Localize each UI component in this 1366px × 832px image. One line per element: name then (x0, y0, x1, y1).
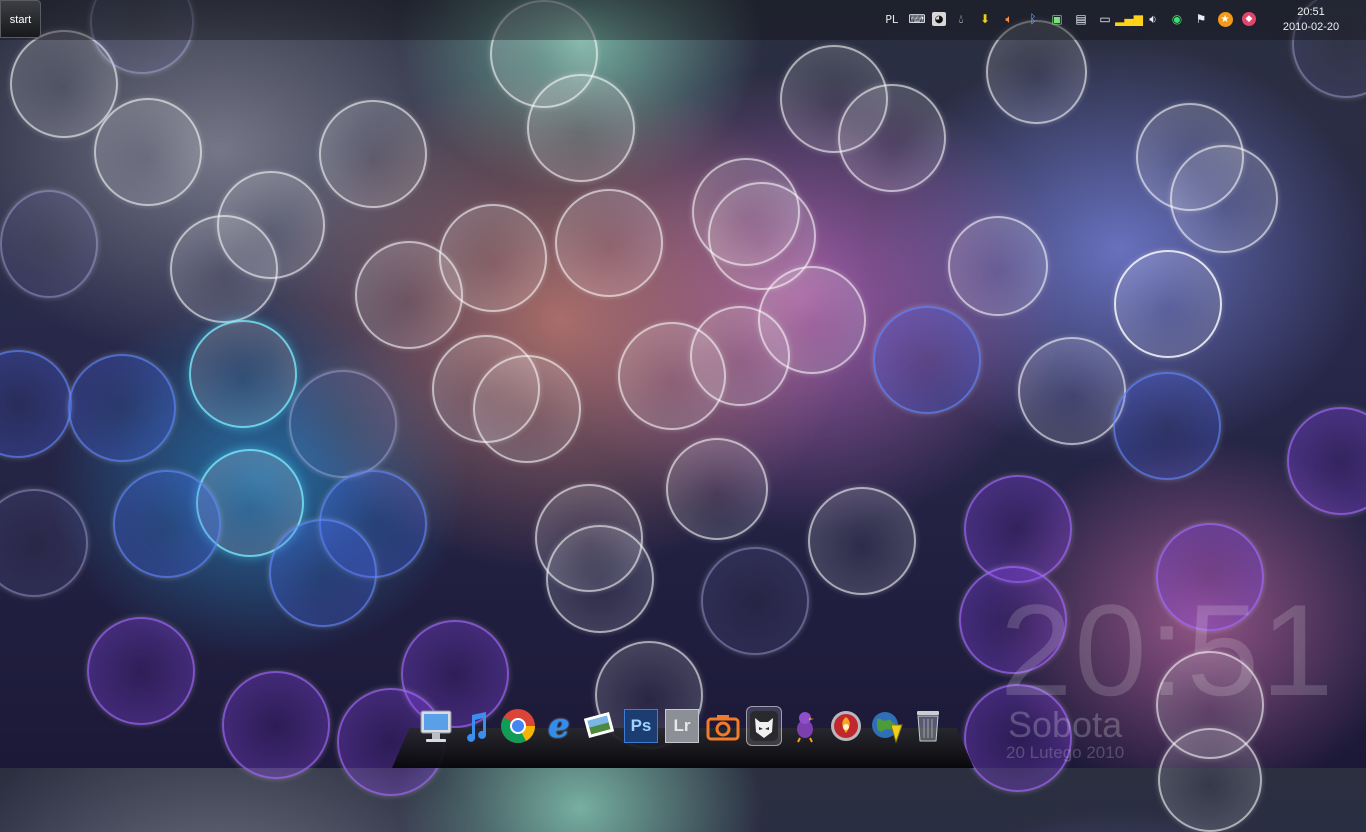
alert-badge-icon[interactable]: ◆ (1240, 10, 1258, 28)
computer-icon[interactable] (418, 706, 454, 746)
wallpaper-bubble (555, 189, 663, 297)
desktop-clock-widget: 20:51 Sobota 20 Lutego 2010 (1000, 585, 1335, 763)
download-manager-icon[interactable] (869, 706, 905, 746)
system-tray: PL ⌨ ◕ 💧︎ ⬇ 🔈︎ ᛒ ▣ ▤ ▭ ▂▄▆ 🔉︎ ◉ ⚑ ★ ◆ (885, 8, 1258, 30)
wallpaper-bubble (0, 190, 98, 298)
wallpaper-bubble (701, 547, 809, 655)
bluetooth-icon[interactable]: ᛒ (1024, 10, 1042, 28)
photoshop-label: Ps (630, 716, 652, 735)
recycle-bin-icon[interactable] (910, 706, 946, 746)
wallpaper-bubble (439, 204, 547, 312)
clipboard-icon[interactable]: ▤ (1072, 10, 1090, 28)
wallpaper-bubble (1113, 372, 1221, 480)
wallpaper-bubble (269, 519, 377, 627)
download-arrow-icon[interactable]: ⬇ (976, 10, 994, 28)
wallpaper-bubble (808, 487, 916, 595)
monitor-icon[interactable]: ▭ (1096, 10, 1114, 28)
wallpaper-bubble (666, 438, 768, 540)
foobar-icon[interactable] (746, 706, 782, 746)
internet-explorer-icon[interactable]: e (541, 706, 577, 746)
clock-date: 2010-02-20 (1282, 21, 1340, 33)
photo-viewer-icon[interactable] (582, 706, 618, 746)
wallpaper-bubble (68, 354, 176, 462)
language-indicator[interactable]: PL (885, 10, 898, 28)
firefox-alt-icon[interactable] (828, 706, 864, 746)
itunes-icon[interactable] (459, 706, 495, 746)
wallpaper-bubble (1287, 407, 1366, 515)
circle-status-icon[interactable]: ◉ (1168, 10, 1186, 28)
photoshop-icon[interactable]: Ps (623, 706, 659, 746)
lightroom-label: Lr (673, 716, 691, 735)
wallpaper-bubble (1170, 145, 1278, 253)
chrome-icon[interactable] (500, 706, 536, 746)
wallpaper-bubble (546, 525, 654, 633)
clock-time: 20:51 (1297, 6, 1325, 18)
wallpaper-bubble (0, 350, 72, 458)
wallpaper-bubble (289, 370, 397, 478)
wallpaper-bubble (948, 216, 1048, 316)
ie-letter: e (548, 706, 570, 746)
wallpaper-bubble (873, 306, 981, 414)
wallpaper-bubble (113, 470, 221, 578)
keyboard-icon[interactable]: ⌨ (908, 10, 926, 28)
wallpaper-bubble (527, 74, 635, 182)
wallpaper-bubble (1114, 250, 1222, 358)
wallpaper-bubble (1018, 337, 1126, 445)
panda-icon[interactable]: ◕ (932, 12, 946, 26)
action-center-flag-icon[interactable]: ⚑ (1192, 10, 1210, 28)
network-status-icon[interactable]: ▣ (1048, 10, 1066, 28)
wallpaper-bubble (473, 355, 581, 463)
signal-bars-icon[interactable]: ▂▄▆ (1115, 10, 1143, 28)
wallpaper-bubble (618, 322, 726, 430)
camera-icon[interactable] (705, 706, 741, 746)
wallpaper-bubble (170, 215, 278, 323)
speaker-muted-icon[interactable]: 🔈︎ (1000, 10, 1018, 28)
lightroom-icon[interactable]: Lr (664, 706, 700, 746)
wallpaper-bubble (222, 671, 330, 779)
wallpaper-bubble (319, 100, 427, 208)
wallpaper-bubble (87, 617, 195, 725)
desktop-clock-date: 20 Lutego 2010 (1006, 743, 1125, 762)
droplet-icon[interactable]: 💧︎ (952, 10, 970, 28)
pidgin-icon[interactable] (787, 706, 823, 746)
start-button[interactable]: start (0, 0, 41, 38)
star-badge-icon[interactable]: ★ (1216, 10, 1234, 28)
wallpaper-bubble (838, 84, 946, 192)
desktop-clock-time: 20:51 (1000, 577, 1336, 723)
taskbar-clock[interactable]: 20:51 2010-02-20 (1276, 5, 1346, 35)
dock: e Ps Lr (418, 706, 946, 746)
wallpaper-bubble (189, 320, 297, 428)
wallpaper-bubble (94, 98, 202, 206)
wallpaper-bubble (0, 489, 88, 597)
taskbar: start PL ⌨ ◕ 💧︎ ⬇ 🔈︎ ᛒ ▣ ▤ ▭ ▂▄▆ 🔉︎ ◉ ⚑ … (0, 0, 1366, 40)
volume-icon[interactable]: 🔉︎ (1144, 10, 1162, 28)
